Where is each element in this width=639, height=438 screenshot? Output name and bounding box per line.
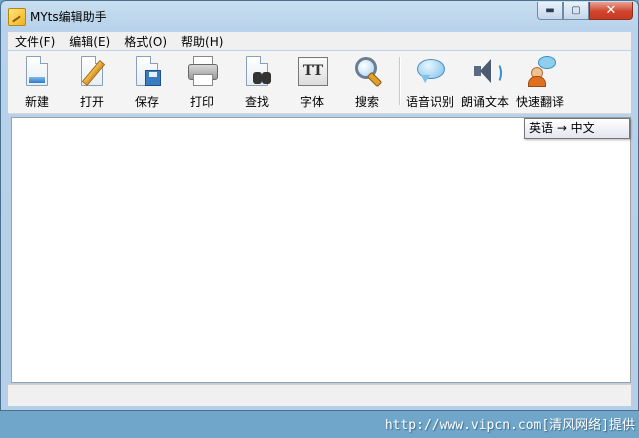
- read-aloud-button[interactable]: 朗诵文本: [459, 51, 511, 113]
- save-disk-icon: [133, 56, 161, 86]
- menu-edit[interactable]: 编辑(E): [62, 33, 117, 50]
- window-title: MYts编辑助手: [30, 10, 107, 24]
- close-button[interactable]: ✕: [589, 2, 633, 20]
- status-bar: [8, 384, 631, 406]
- open-document-icon: [78, 56, 106, 86]
- font-button[interactable]: TT 字体: [286, 51, 338, 113]
- speech-recognition-button[interactable]: 语音识别: [404, 51, 456, 113]
- open-button[interactable]: 打开: [66, 51, 118, 113]
- save-button[interactable]: 保存: [121, 51, 173, 113]
- font-tt-icon: TT: [298, 56, 328, 86]
- speaker-icon: [471, 56, 502, 86]
- magnifier-icon: [353, 56, 383, 88]
- toolbar: 新建 打开 保存 打印 查找 TT 字体 搜索 语音识别 朗诵文本 快速翻译: [8, 51, 631, 114]
- title-bar[interactable]: MYts编辑助手 ▬ ▢ ✕: [1, 1, 638, 31]
- printer-icon: [188, 56, 218, 86]
- menu-format[interactable]: 格式(O): [117, 33, 174, 50]
- binoculars-icon: [243, 56, 271, 86]
- quick-translate-label: 快速翻译: [515, 95, 564, 109]
- menu-file[interactable]: 文件(F): [8, 33, 62, 50]
- search-label: 搜索: [354, 95, 379, 109]
- minimize-button[interactable]: ▬: [537, 2, 563, 20]
- window-controls: ▬ ▢ ✕: [537, 2, 633, 20]
- menu-help[interactable]: 帮助(H): [174, 33, 230, 50]
- new-document-icon: [23, 56, 51, 86]
- maximize-button[interactable]: ▢: [563, 2, 589, 20]
- search-button[interactable]: 搜索: [341, 51, 393, 113]
- app-notepad-icon[interactable]: [8, 8, 26, 26]
- speech-bubble-icon: [416, 56, 445, 86]
- new-button[interactable]: 新建: [11, 51, 63, 113]
- app-window: MYts编辑助手 ▬ ▢ ✕ 文件(F) 编辑(E) 格式(O) 帮助(H) 新…: [0, 0, 639, 411]
- watermark-text: http://www.vipcn.com[清风网络]提供: [384, 418, 635, 433]
- find-button[interactable]: 查找: [231, 51, 283, 113]
- translate-direction-tooltip: 英语 → 中文: [524, 118, 630, 139]
- print-button[interactable]: 打印: [176, 51, 228, 113]
- quick-translate-button[interactable]: 快速翻译: [514, 51, 566, 113]
- menu-bar: 文件(F) 编辑(E) 格式(O) 帮助(H): [8, 32, 631, 50]
- text-editor[interactable]: [11, 117, 631, 383]
- translate-person-icon: [526, 56, 556, 87]
